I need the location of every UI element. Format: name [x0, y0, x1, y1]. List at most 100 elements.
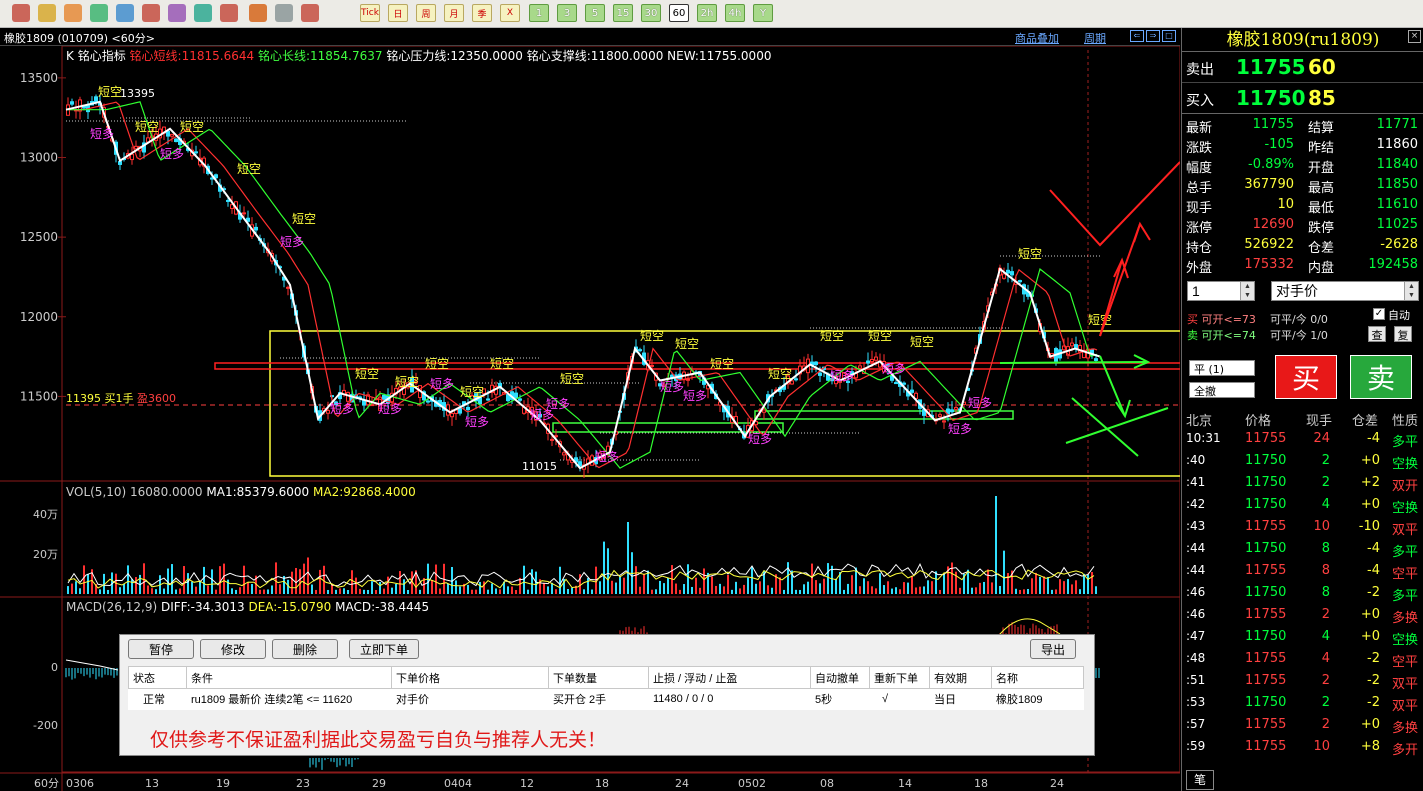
copy-button[interactable]: 复	[1394, 326, 1412, 342]
period-btn-8[interactable]: Y	[753, 4, 773, 22]
spin-arrows-icon[interactable]: ▲ ▼	[1240, 282, 1254, 300]
toolbar-btn-5[interactable]: X	[500, 4, 520, 22]
toolbar-btn-1[interactable]: 日	[388, 4, 408, 22]
cell-validity: 当日	[929, 688, 992, 710]
period-btn-0[interactable]: 1	[529, 4, 549, 22]
news-icon[interactable]	[64, 4, 82, 22]
tick-price: 11750	[1245, 629, 1287, 644]
quote-value: -2628	[1380, 237, 1418, 252]
buy-button[interactable]: 买	[1275, 355, 1337, 399]
tick-price: 11750	[1245, 475, 1287, 490]
candle-body	[174, 138, 178, 143]
date-tick: 0404	[444, 777, 472, 790]
quote-label: 跌停	[1308, 221, 1335, 236]
tab-tick[interactable]: 笔	[1186, 770, 1214, 790]
candle-body	[1094, 358, 1098, 361]
spin-arrows-icon[interactable]: ▲ ▼	[1404, 282, 1418, 300]
tick-price: 11755	[1245, 651, 1287, 666]
quote-label: 最低	[1308, 201, 1335, 216]
toolbar-btn-3[interactable]: 月	[444, 4, 464, 22]
query-button[interactable]: 查	[1368, 326, 1386, 342]
chart-icon[interactable]	[301, 4, 319, 22]
short-signal-label: 短空	[395, 375, 419, 389]
tick-time: :40	[1186, 453, 1206, 467]
macd-legend-item: DIFF:-34.3013	[161, 600, 245, 614]
place-order-now-button[interactable]: 立即下单	[349, 639, 419, 659]
tick-price: 11755	[1245, 563, 1287, 578]
bell-icon[interactable]	[220, 4, 238, 22]
cell-price: 对手价	[391, 688, 549, 710]
date-tick: 0306	[66, 777, 94, 790]
delete-button[interactable]: 删除	[272, 639, 338, 659]
candle-body	[130, 153, 134, 161]
date-tick: 29	[372, 777, 386, 790]
long-signal-label: 短多	[430, 377, 454, 391]
price-type-select[interactable]: 对手价 ▲ ▼	[1271, 281, 1419, 301]
quote-value: -105	[1264, 137, 1294, 152]
col-validity: 有效期	[929, 666, 992, 689]
quote-value: 11025	[1376, 217, 1418, 232]
date-tick: 18	[595, 777, 609, 790]
tick-type: 多平	[1392, 545, 1419, 560]
tick-oi-change: -4	[1367, 563, 1380, 578]
toolbar-btn-2[interactable]: 周	[416, 4, 436, 22]
refresh-icon[interactable]	[90, 4, 108, 22]
period-btn-5[interactable]: 60	[669, 4, 689, 22]
long-signal-label: 短多	[882, 362, 906, 376]
tick-row: :44 11750 8 -4 多平	[1182, 538, 1423, 560]
candle-body	[814, 361, 818, 366]
period-btn-7[interactable]: 4h	[725, 4, 745, 22]
book-icon[interactable]	[38, 4, 56, 22]
tick-row: :57 11755 2 +0 多换	[1182, 714, 1423, 736]
tick-volume: 10	[1313, 519, 1330, 534]
pen-icon[interactable]	[194, 4, 212, 22]
volume-legend-item: MA2:92868.4000	[313, 485, 416, 499]
toolbar-btn-0[interactable]: Tick	[360, 4, 380, 22]
auto-checkbox[interactable]: ✓	[1373, 308, 1385, 320]
toolbar-btn-4[interactable]: 季	[472, 4, 492, 22]
long-signal-label: 短多	[948, 422, 972, 436]
pause-button[interactable]: 暂停	[128, 639, 194, 659]
zoom-out-icon[interactable]	[142, 4, 160, 22]
period-btn-2[interactable]: 5	[585, 4, 605, 22]
tick-row: 10:31 11755 24 -4 多平	[1182, 428, 1423, 450]
period-btn-3[interactable]: 15	[613, 4, 633, 22]
home-icon[interactable]	[12, 4, 30, 22]
tick-row: :47 11750 4 +0 空换	[1182, 626, 1423, 648]
long-signal-label: 短多	[378, 402, 402, 416]
expand-icon[interactable]: ⇒	[1146, 30, 1160, 42]
zigzag-line	[65, 100, 1101, 470]
maximize-icon[interactable]: □	[1162, 30, 1176, 42]
short-signal-label: 短空	[768, 367, 792, 381]
period-btn-4[interactable]: 30	[641, 4, 661, 22]
sell-button[interactable]: 卖	[1350, 355, 1412, 399]
tick-oi-change: +0	[1360, 607, 1380, 622]
ask-volume: 60	[1308, 55, 1336, 79]
zoom-in-icon[interactable]	[116, 4, 134, 22]
table-row[interactable]: 正常 ru1809 最新价 连续2笔 <= 11620 对手价 买开仓 2手 1…	[128, 688, 1084, 710]
shrink-icon[interactable]: ⇐	[1130, 30, 1144, 42]
sell-close-info: 可平/今 1/0	[1270, 329, 1328, 342]
quantity-stepper[interactable]: 1 ▲ ▼	[1187, 281, 1255, 301]
commodity-overlay-link[interactable]: 商品叠加	[1015, 30, 1059, 46]
period-btn-6[interactable]: 2h	[697, 4, 717, 22]
candle-body	[938, 414, 942, 417]
short-signal-label: 短空	[490, 357, 514, 371]
export-button[interactable]: 导出	[1030, 639, 1076, 659]
window-icon[interactable]	[168, 4, 186, 22]
close-icon[interactable]: ×	[1408, 30, 1421, 43]
quote-row: 外盘 175332 内盘 192458	[1182, 256, 1423, 276]
period-link[interactable]: 周期	[1084, 30, 1106, 46]
quote-value: 11850	[1376, 177, 1418, 192]
period-btn-1[interactable]: 3	[557, 4, 577, 22]
quote-value: 11755	[1252, 117, 1294, 132]
long-signal-label: 短多	[280, 235, 304, 249]
close-position-button[interactable]: 平 (1)	[1189, 360, 1255, 376]
modify-button[interactable]: 修改	[200, 639, 266, 659]
tick-time: :51	[1186, 673, 1206, 687]
list-icon[interactable]	[275, 4, 293, 22]
tick-time: :53	[1186, 695, 1206, 709]
cup-icon[interactable]	[249, 4, 267, 22]
cancel-all-button[interactable]: 全撤	[1189, 382, 1255, 398]
tick-oi-change: -10	[1358, 519, 1380, 534]
